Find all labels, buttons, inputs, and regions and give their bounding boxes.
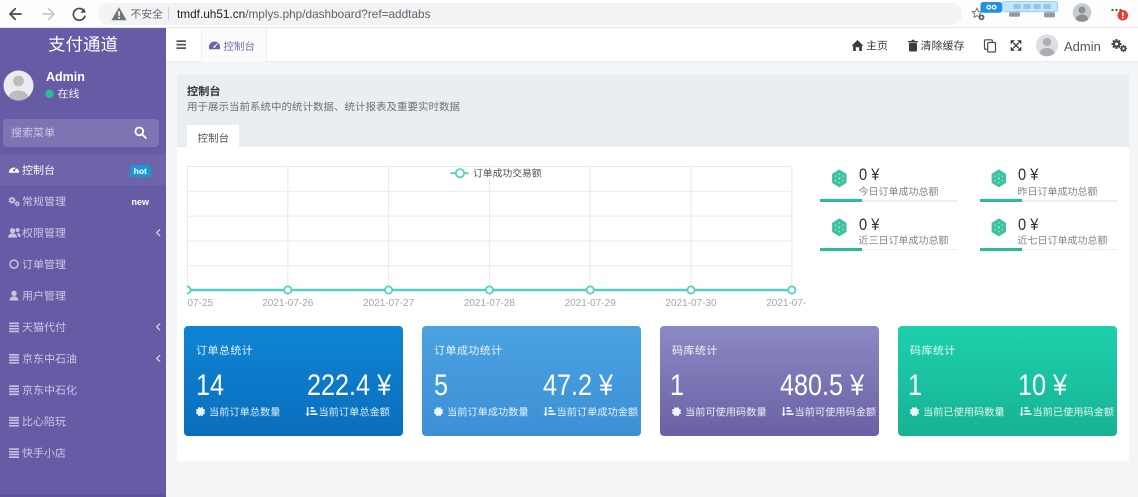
svg-text:2021-07-27: 2021-07-27 [363, 298, 415, 309]
svg-text:2021-07-28: 2021-07-28 [463, 298, 515, 309]
svg-text:2021-07-30: 2021-07-30 [665, 298, 717, 309]
svg-text:2021-07-29: 2021-07-29 [564, 298, 616, 309]
svg-text:2021-07-25: 2021-07-25 [187, 298, 214, 309]
svg-text:2021-07-26: 2021-07-26 [262, 298, 314, 309]
svg-text:2021-07-31: 2021-07-31 [766, 298, 806, 309]
